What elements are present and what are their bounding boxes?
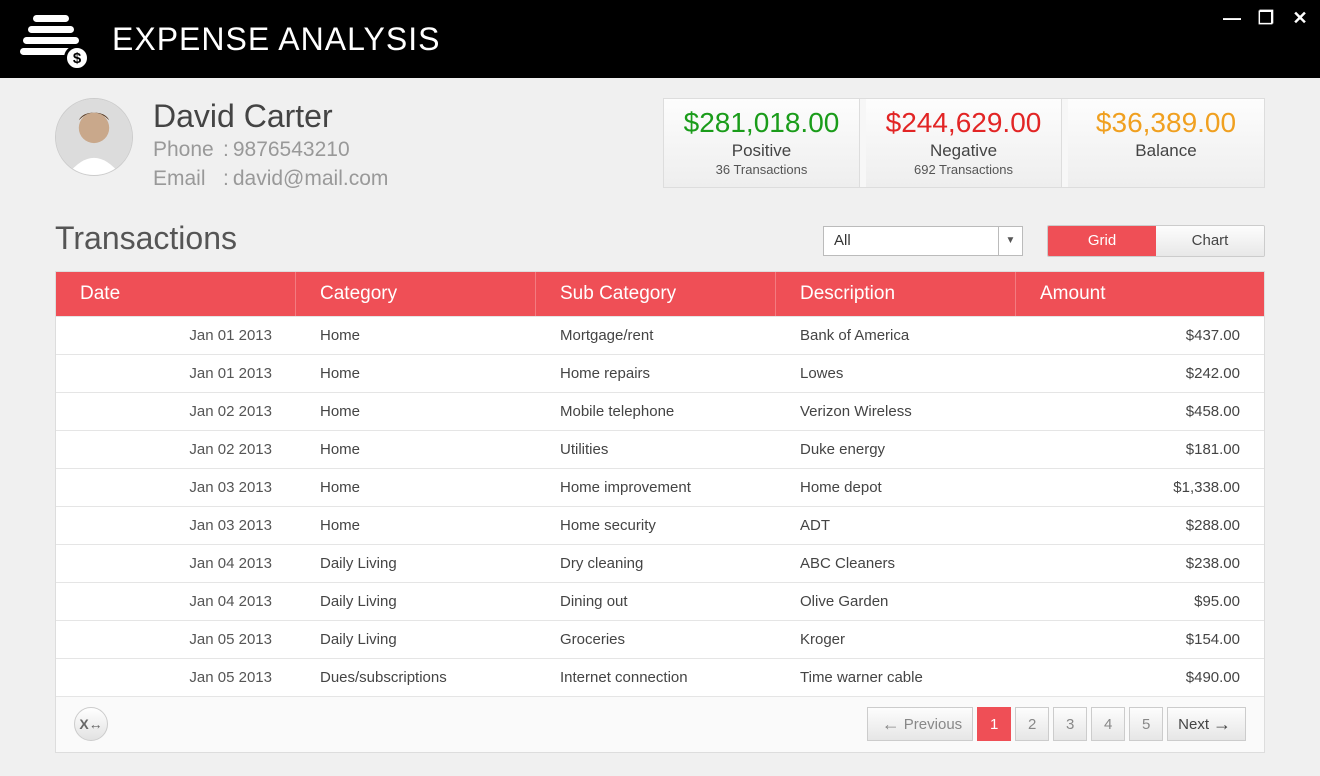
cell-description: Duke energy <box>776 431 1016 468</box>
transactions-title: Transactions <box>55 220 237 257</box>
export-button[interactable]: X↔ <box>74 707 108 741</box>
view-toggle: Grid Chart <box>1047 225 1265 257</box>
cell-category: Home <box>296 355 536 392</box>
cell-description: Lowes <box>776 355 1016 392</box>
pager-page-4[interactable]: 4 <box>1091 707 1125 741</box>
stat-negative: $244,629.00 Negative 692 Transactions <box>866 99 1062 187</box>
minimize-button[interactable]: — <box>1222 8 1242 29</box>
cell-subcategory: Mobile telephone <box>536 393 776 430</box>
arrow-left-icon: ← <box>882 714 900 735</box>
table-row[interactable]: Jan 05 2013Daily LivingGroceriesKroger$1… <box>56 620 1264 658</box>
cell-subcategory: Home repairs <box>536 355 776 392</box>
maximize-button[interactable]: ❐ <box>1256 8 1276 29</box>
cell-date: Jan 03 2013 <box>56 469 296 506</box>
cell-date: Jan 04 2013 <box>56 545 296 582</box>
cell-category: Daily Living <box>296 621 536 658</box>
stat-balance: $36,389.00 Balance <box>1068 99 1264 187</box>
user-email-row: Email:david@mail.com <box>153 164 388 193</box>
stats-panel: $281,018.00 Positive 36 Transactions $24… <box>663 98 1265 188</box>
cell-category: Dues/subscriptions <box>296 659 536 696</box>
user-name: David Carter <box>153 98 388 135</box>
cell-category: Home <box>296 507 536 544</box>
cell-subcategory: Mortgage/rent <box>536 317 776 354</box>
pager-page-1[interactable]: 1 <box>977 707 1011 741</box>
col-header-date[interactable]: Date <box>56 272 296 316</box>
cell-subcategory: Groceries <box>536 621 776 658</box>
cell-date: Jan 02 2013 <box>56 393 296 430</box>
table-row[interactable]: Jan 03 2013HomeHome securityADT$288.00 <box>56 506 1264 544</box>
cell-date: Jan 02 2013 <box>56 431 296 468</box>
table-row[interactable]: Jan 02 2013HomeUtilitiesDuke energy$181.… <box>56 430 1264 468</box>
cell-amount: $238.00 <box>1016 545 1264 582</box>
pager-page-2[interactable]: 2 <box>1015 707 1049 741</box>
cell-subcategory: Utilities <box>536 431 776 468</box>
titlebar: $ EXPENSE ANALYSIS — ❐ ✕ <box>0 0 1320 78</box>
cell-description: Home depot <box>776 469 1016 506</box>
cell-amount: $154.00 <box>1016 621 1264 658</box>
filter-dropdown[interactable]: All ▼ <box>823 226 1023 256</box>
col-header-description[interactable]: Description <box>776 272 1016 316</box>
cell-date: Jan 04 2013 <box>56 583 296 620</box>
cell-subcategory: Dining out <box>536 583 776 620</box>
cell-category: Home <box>296 393 536 430</box>
table-row[interactable]: Jan 04 2013Daily LivingDining outOlive G… <box>56 582 1264 620</box>
cell-amount: $181.00 <box>1016 431 1264 468</box>
arrow-right-icon: → <box>1213 714 1231 735</box>
cell-description: ADT <box>776 507 1016 544</box>
cell-amount: $1,338.00 <box>1016 469 1264 506</box>
cell-date: Jan 03 2013 <box>56 507 296 544</box>
view-grid-button[interactable]: Grid <box>1048 226 1156 256</box>
user-phone-row: Phone:9876543210 <box>153 135 388 164</box>
pager-prev[interactable]: ← Previous <box>867 707 973 741</box>
cell-subcategory: Home improvement <box>536 469 776 506</box>
table-row[interactable]: Jan 04 2013Daily LivingDry cleaningABC C… <box>56 544 1264 582</box>
cell-amount: $490.00 <box>1016 659 1264 696</box>
stat-positive: $281,018.00 Positive 36 Transactions <box>664 99 860 187</box>
table-row[interactable]: Jan 01 2013HomeHome repairsLowes$242.00 <box>56 354 1264 392</box>
cell-category: Daily Living <box>296 583 536 620</box>
table-row[interactable]: Jan 05 2013Dues/subscriptionsInternet co… <box>56 658 1264 696</box>
cell-amount: $437.00 <box>1016 317 1264 354</box>
cell-date: Jan 05 2013 <box>56 621 296 658</box>
cell-date: Jan 01 2013 <box>56 355 296 392</box>
cell-description: ABC Cleaners <box>776 545 1016 582</box>
close-button[interactable]: ✕ <box>1290 8 1310 29</box>
cell-description: Bank of America <box>776 317 1016 354</box>
cell-category: Home <box>296 469 536 506</box>
cell-subcategory: Dry cleaning <box>536 545 776 582</box>
cell-amount: $95.00 <box>1016 583 1264 620</box>
export-icon: X↔ <box>79 716 102 732</box>
col-header-amount[interactable]: Amount <box>1016 272 1264 316</box>
cell-date: Jan 01 2013 <box>56 317 296 354</box>
cell-amount: $458.00 <box>1016 393 1264 430</box>
app-logo-icon: $ <box>20 15 82 63</box>
pager-next[interactable]: Next → <box>1167 707 1246 741</box>
app-title: EXPENSE ANALYSIS <box>112 21 440 58</box>
pager: ← Previous12345Next → <box>867 707 1246 741</box>
cell-description: Time warner cable <box>776 659 1016 696</box>
cell-subcategory: Internet connection <box>536 659 776 696</box>
cell-category: Home <box>296 431 536 468</box>
pager-page-5[interactable]: 5 <box>1129 707 1163 741</box>
table-row[interactable]: Jan 01 2013HomeMortgage/rentBank of Amer… <box>56 316 1264 354</box>
table-row[interactable]: Jan 02 2013HomeMobile telephoneVerizon W… <box>56 392 1264 430</box>
pager-page-3[interactable]: 3 <box>1053 707 1087 741</box>
cell-category: Home <box>296 317 536 354</box>
cell-date: Jan 05 2013 <box>56 659 296 696</box>
col-header-subcategory[interactable]: Sub Category <box>536 272 776 316</box>
cell-category: Daily Living <box>296 545 536 582</box>
avatar <box>55 98 133 176</box>
view-chart-button[interactable]: Chart <box>1156 226 1264 256</box>
cell-description: Kroger <box>776 621 1016 658</box>
cell-description: Olive Garden <box>776 583 1016 620</box>
transactions-table: Date Category Sub Category Description A… <box>55 271 1265 753</box>
chevron-down-icon: ▼ <box>998 227 1022 255</box>
col-header-category[interactable]: Category <box>296 272 536 316</box>
cell-subcategory: Home security <box>536 507 776 544</box>
cell-amount: $288.00 <box>1016 507 1264 544</box>
cell-amount: $242.00 <box>1016 355 1264 392</box>
table-row[interactable]: Jan 03 2013HomeHome improvementHome depo… <box>56 468 1264 506</box>
cell-description: Verizon Wireless <box>776 393 1016 430</box>
